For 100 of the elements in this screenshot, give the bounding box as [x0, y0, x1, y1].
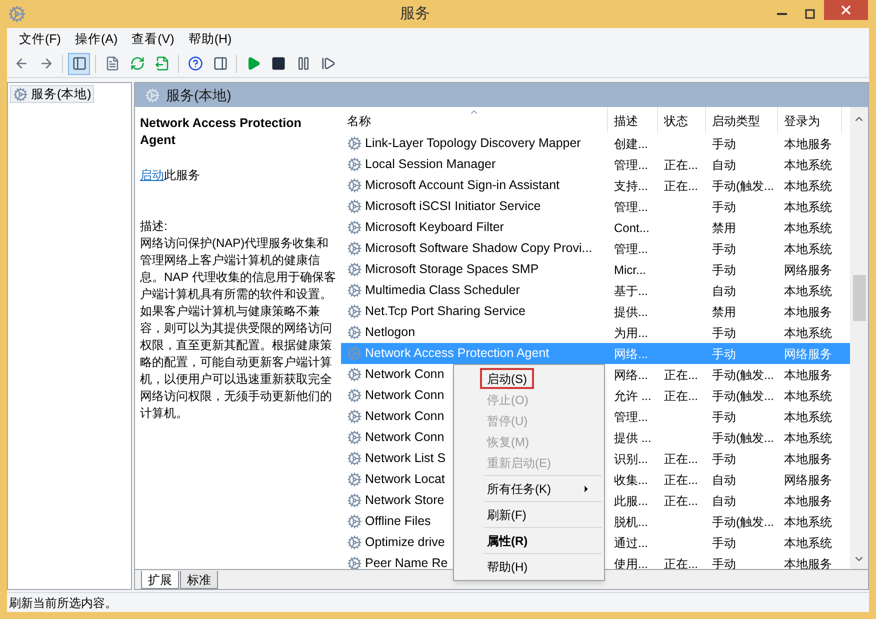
table-cell-text: 正在... [663, 156, 700, 174]
table-cell-text: 正在... [663, 556, 700, 569]
context-menu-item[interactable]: 启动(S) [480, 368, 534, 389]
help-icon [188, 56, 202, 71]
table-cell-text: 网络服务 [783, 262, 833, 278]
table-cell-text: 手动 [711, 346, 737, 362]
table-cell-text: 管理... [613, 156, 650, 174]
table-cell-text: 手动 [711, 198, 737, 216]
table-cell-text: 本地系统 [783, 198, 833, 216]
tree-item[interactable]: 服务(本地) [10, 85, 94, 103]
gear-icon [347, 472, 362, 487]
pause-icon [296, 56, 310, 71]
gear-icon [347, 304, 362, 319]
table-cell-text: 创建... [613, 136, 650, 152]
pane-title: 服务(本地) [166, 86, 232, 105]
service-name: Microsoft Account Sign-in Assistant [365, 177, 560, 194]
table-cell-text: 手动 [711, 240, 737, 258]
context-menu-item[interactable]: 所有任务(K) [480, 478, 598, 499]
panel-left-icon [72, 56, 86, 71]
refresh-icon [130, 56, 144, 71]
gear-icon [145, 88, 160, 102]
table-cell-text: 手动 [711, 262, 737, 278]
table-cell-text: 本地系统 [783, 408, 833, 426]
service-name: Network Conn [365, 366, 444, 384]
table-cell-text: 本地服务 [783, 136, 833, 152]
service-name: Multimedia Class Scheduler [365, 282, 520, 300]
document-icon [104, 56, 120, 71]
table-cell-text: Cont... [613, 220, 650, 236]
table-cell-text: 本地系统 [783, 220, 833, 236]
description-label: 描述: [140, 218, 168, 235]
service-name: Microsoft Keyboard Filter [365, 219, 504, 236]
table-cell-text: 正在... [663, 366, 700, 384]
gear-icon [347, 493, 362, 508]
gear-icon [347, 430, 362, 445]
close-icon [841, 5, 851, 15]
table-cell-text: 提供... [613, 304, 650, 320]
service-name: Net.Tcp Port Sharing Service [365, 303, 526, 320]
start-link[interactable]: 启动 [140, 166, 164, 184]
menu-item[interactable]: 操作(A) [70, 30, 122, 48]
gear-icon [13, 86, 28, 102]
service-name: Offline Files [365, 513, 431, 530]
table-cell-text: 本地系统 [783, 534, 833, 552]
table-cell-text: 支持... [613, 178, 650, 194]
context-menu-item[interactable]: 属性(R) [480, 530, 598, 551]
view-tab[interactable]: 扩展 [141, 571, 179, 589]
table-cell-text: 自动 [711, 156, 737, 174]
service-name: Optimize drive [365, 534, 445, 552]
menu-item[interactable]: 查看(V) [128, 30, 178, 48]
table-cell-text: 手动(触发... [711, 178, 775, 194]
column-header[interactable]: 名称 [341, 107, 608, 133]
gear-icon [347, 556, 362, 569]
panel-right-icon [212, 56, 228, 71]
table-cell-text: 本地系统 [783, 156, 833, 174]
table-cell-text: 允许 ... [613, 388, 652, 404]
table-cell-text: 识别... [613, 450, 650, 468]
close-button[interactable] [824, 0, 868, 20]
service-name: Network Conn [365, 429, 444, 446]
service-name: Microsoft Storage Spaces SMP [365, 261, 539, 278]
table-cell-text: 手动(触发... [711, 514, 775, 530]
arrow-right-icon [38, 56, 54, 71]
menu-item[interactable]: 文件(F) [15, 30, 65, 48]
table-cell-text: 本地服务 [783, 450, 833, 468]
table-cell-text: 本地服务 [783, 492, 833, 510]
gear-icon [347, 241, 362, 256]
gear-icon [347, 283, 362, 298]
column-header[interactable]: 状态 [658, 107, 706, 133]
gear-icon [347, 178, 362, 193]
scrollbar-thumb[interactable] [852, 275, 866, 321]
gear-icon [347, 451, 362, 466]
status-text: 刷新当前所选内容。 [9, 594, 117, 612]
table-cell-text: 正在... [663, 450, 700, 468]
service-name: Network Store [365, 492, 444, 510]
table-cell-text: 正在... [663, 178, 700, 194]
scrollbar[interactable] [850, 107, 868, 569]
table-cell-text: 正在... [663, 472, 700, 488]
column-header[interactable]: 启动类型 [706, 107, 778, 133]
table-cell-text: 手动 [711, 450, 737, 468]
link-suffix: 此服务 [164, 167, 200, 184]
service-name: Local Session Manager [365, 156, 496, 174]
table-cell-text: 网络... [613, 366, 650, 384]
table-cell-text: 自动 [711, 492, 737, 510]
gear-icon [347, 136, 362, 151]
table-cell-text: 为用... [613, 324, 650, 342]
view-tab[interactable]: 标准 [180, 571, 218, 589]
context-menu-item[interactable]: 帮助(H) [480, 556, 598, 577]
service-title: Network Access Protection Agent [140, 115, 302, 149]
gear-icon [347, 262, 362, 277]
minimize-icon [777, 13, 787, 15]
console-tree-button[interactable] [68, 52, 90, 74]
table-cell-text: 网络... [613, 346, 650, 362]
table-cell-text: 管理... [613, 198, 650, 216]
stop-icon [270, 56, 286, 71]
menu-item[interactable]: 帮助(H) [184, 30, 236, 48]
table-cell-text: 本地系统 [783, 388, 833, 404]
column-header[interactable]: 描述 [608, 107, 658, 133]
table-cell-text: 正在... [663, 492, 700, 510]
column-header[interactable]: 登录为 [778, 107, 842, 133]
table-cell-text: 手动 [711, 408, 737, 426]
table-cell-text: 使用... [613, 556, 650, 569]
context-menu-item[interactable]: 刷新(F) [480, 504, 598, 525]
